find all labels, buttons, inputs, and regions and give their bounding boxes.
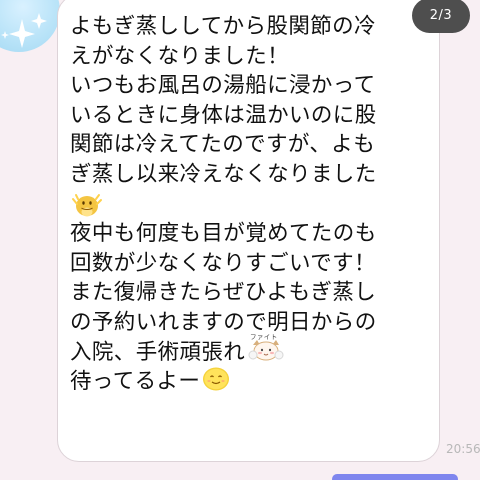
message-line-3: いつもお風呂の湯船に浸かって [70,73,376,99]
message-line-2: えがなくなりました！ [70,43,290,69]
message-line-9: 回数が少なくなりすごいです！ [70,250,376,276]
hands-clap-emoji-icon [70,190,104,229]
chat-screen: よもぎ蒸ししてから股関節の冷 えがなくなりました！ いつもお風呂の湯船に浸かって… [0,0,480,480]
message-line-10: また復帰きたらぜひよもぎ蒸し [70,280,377,306]
avatar-icon[interactable] [0,0,60,52]
message-text: よもぎ蒸ししてから股関節の冷 えがなくなりました！ いつもお風呂の湯船に浸かって… [70,12,435,397]
message-line-6: ぎ蒸し以来冷えなくなりました [70,161,377,187]
sticker-fight-text: ファイト [250,333,278,341]
message-line-13-text: 待ってるよー [70,369,201,395]
message-line-5: 関節は冷えてたのですが、よも [70,132,376,158]
message-line-8: 夜中も何度も目が覚めてたのも [70,221,377,247]
message-timestamp: 20:56 [446,442,480,456]
bottom-action-bar[interactable] [332,474,458,480]
message-line-12: 入院、手術頑張れ ファイト [70,333,435,368]
smiley-blob-emoji-icon [200,363,234,402]
sparkle-avatar-icon [1,13,47,48]
message-line-1: よもぎ蒸ししてから股関節の冷 [70,14,376,39]
cat-fight-emoji-icon: ファイト [245,333,289,372]
message-line-7 [70,190,435,220]
message-line-4: いるときに身体は温かいのに股 [70,102,377,128]
page-indicator[interactable]: 2/3 [412,0,470,33]
